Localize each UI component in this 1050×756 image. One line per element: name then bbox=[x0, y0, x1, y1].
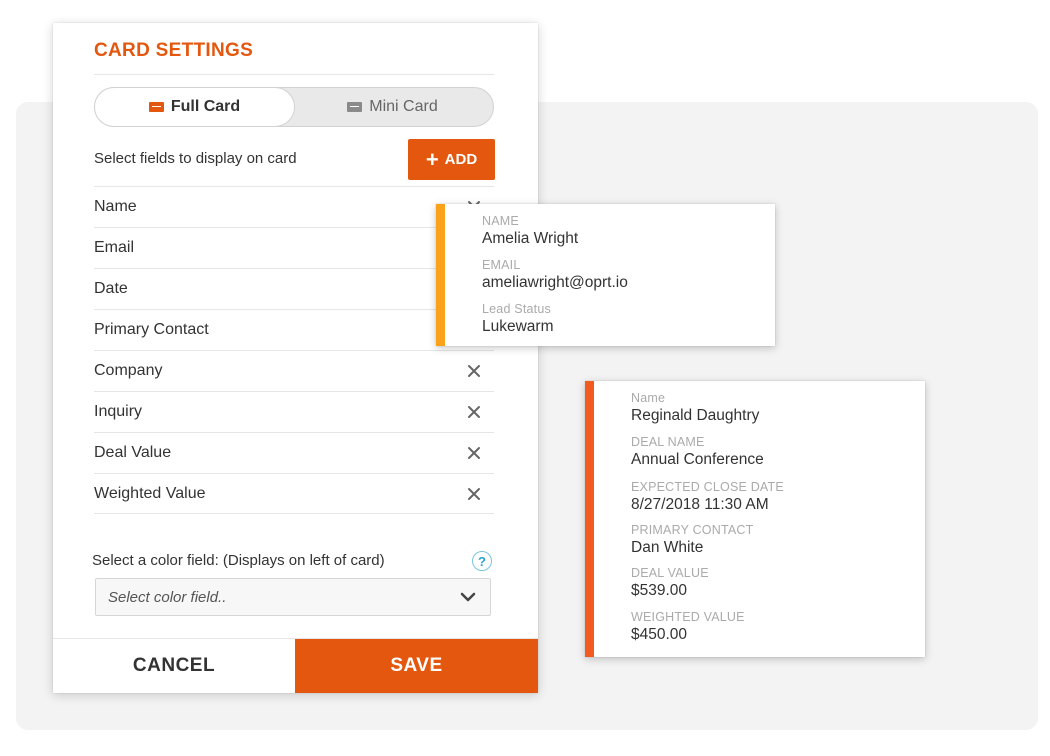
card-field: Name Reginald Daughtry bbox=[631, 391, 759, 425]
add-label: ADD bbox=[444, 151, 478, 168]
chevron-down-icon bbox=[460, 592, 476, 602]
close-icon[interactable] bbox=[464, 361, 484, 381]
card-color-bar bbox=[436, 204, 445, 346]
card-field: EXPECTED CLOSE DATE 8/27/2018 11:30 AM bbox=[631, 480, 784, 514]
field-list: Name Email Date Primary Contact Company bbox=[94, 186, 494, 514]
color-field-label: Select a color field: (Displays on left … bbox=[92, 552, 385, 569]
field-row: Company bbox=[94, 350, 494, 391]
field-row: Email bbox=[94, 227, 494, 268]
color-field-select[interactable]: Select color field.. bbox=[95, 578, 491, 616]
card-field-value: Lukewarm bbox=[482, 318, 554, 335]
card-field: DEAL NAME Annual Conference bbox=[631, 435, 764, 469]
card-field-label: WEIGHTED VALUE bbox=[631, 610, 745, 624]
close-icon[interactable] bbox=[464, 402, 484, 422]
mini-card-icon bbox=[347, 102, 363, 112]
panel-title: CARD SETTINGS bbox=[94, 40, 254, 61]
card-field-label: Lead Status bbox=[482, 302, 551, 316]
card-field-label: DEAL NAME bbox=[631, 435, 705, 449]
field-name: Company bbox=[94, 362, 163, 379]
card-color-bar bbox=[585, 381, 594, 657]
card-field-label: Name bbox=[631, 391, 666, 405]
card-field: Lead Status Lukewarm bbox=[482, 302, 554, 336]
card-field-value: Amelia Wright bbox=[482, 230, 579, 247]
card-icon bbox=[148, 102, 164, 112]
full-card-option[interactable]: Full Card bbox=[94, 87, 295, 127]
fields-label: Select fields to display on card bbox=[94, 150, 297, 167]
field-name: Primary Contact bbox=[94, 321, 209, 338]
card-field-label: DEAL VALUE bbox=[631, 566, 709, 580]
field-row: Name bbox=[94, 186, 494, 227]
color-select-placeholder: Select color field.. bbox=[108, 589, 227, 606]
card-field: EMAIL ameliawright@oprt.io bbox=[482, 258, 628, 292]
field-name: Name bbox=[94, 198, 137, 215]
close-icon[interactable] bbox=[464, 443, 484, 463]
mini-card-label: Mini Card bbox=[369, 98, 438, 115]
card-field-label: EMAIL bbox=[482, 258, 521, 272]
card-field-value: Annual Conference bbox=[631, 451, 764, 468]
card-field-value: $539.00 bbox=[631, 582, 688, 599]
field-row: Date bbox=[94, 268, 494, 309]
save-button[interactable]: SAVE bbox=[295, 639, 538, 693]
card-field-value: ameliawright@oprt.io bbox=[482, 274, 628, 291]
card-field-value: Dan White bbox=[631, 539, 704, 556]
field-row: Weighted Value bbox=[94, 473, 494, 514]
card-field: DEAL VALUE $539.00 bbox=[631, 566, 709, 600]
field-name: Inquiry bbox=[94, 403, 143, 420]
full-card-preview: NAME Amelia Wright EMAIL ameliawright@op… bbox=[436, 204, 775, 346]
card-field: NAME Amelia Wright bbox=[482, 214, 578, 248]
field-name: Weighted Value bbox=[94, 484, 206, 502]
add-field-button[interactable]: + ADD bbox=[408, 139, 495, 180]
field-row: Deal Value bbox=[94, 432, 494, 473]
card-field-label: PRIMARY CONTACT bbox=[631, 523, 754, 537]
field-name: Deal Value bbox=[94, 444, 172, 461]
close-icon[interactable] bbox=[464, 484, 484, 504]
deal-card-preview: Name Reginald Daughtry DEAL NAME Annual … bbox=[585, 381, 925, 657]
card-field: PRIMARY CONTACT Dan White bbox=[631, 523, 753, 557]
cancel-button[interactable]: CANCEL bbox=[53, 639, 295, 693]
card-field-label: NAME bbox=[482, 214, 519, 228]
field-name: Date bbox=[94, 280, 128, 297]
card-field-value: Reginald Daughtry bbox=[631, 407, 760, 424]
help-icon[interactable]: ? bbox=[472, 551, 492, 571]
card-type-toggle: Full Card Mini Card bbox=[94, 87, 494, 127]
card-field-value: 8/27/2018 11:30 AM bbox=[631, 496, 769, 513]
mini-card-option[interactable]: Mini Card bbox=[292, 87, 493, 127]
field-row: Primary Contact bbox=[94, 309, 494, 350]
divider bbox=[94, 74, 494, 75]
card-field-label: EXPECTED CLOSE DATE bbox=[631, 480, 784, 494]
card-field-value: $450.00 bbox=[631, 626, 688, 643]
card-field: WEIGHTED VALUE $450.00 bbox=[631, 610, 745, 644]
card-settings-panel: CARD SETTINGS Full Card Mini Card Select… bbox=[53, 23, 538, 693]
plus-icon: + bbox=[425, 146, 439, 172]
field-name: Email bbox=[94, 239, 135, 256]
field-row: Inquiry bbox=[94, 391, 494, 432]
full-card-label: Full Card bbox=[170, 98, 241, 115]
